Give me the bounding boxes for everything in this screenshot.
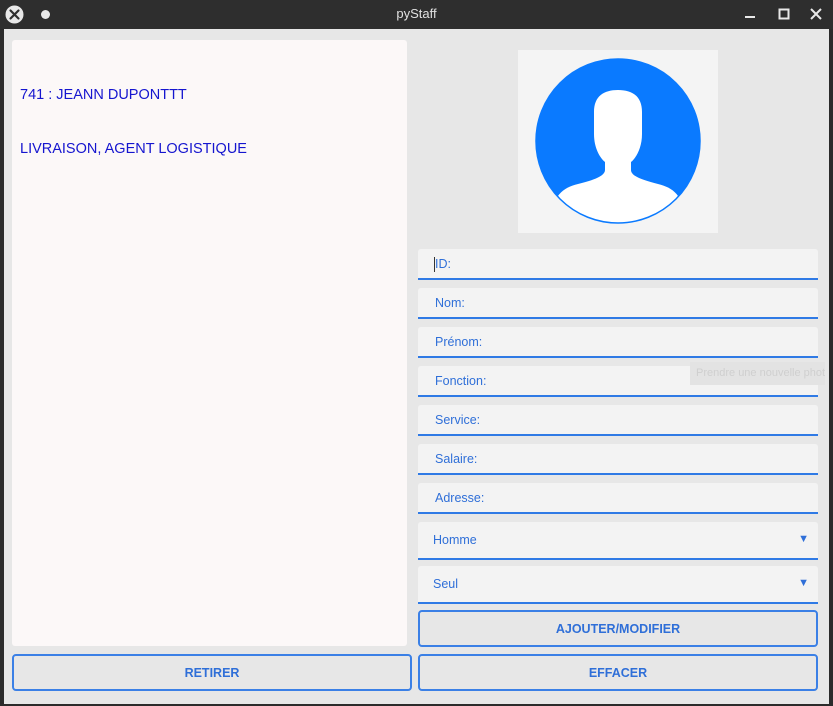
adresse-field[interactable] bbox=[418, 483, 818, 514]
maximize-icon[interactable] bbox=[776, 6, 792, 22]
nom-field[interactable] bbox=[418, 288, 818, 319]
id-field[interactable] bbox=[418, 249, 818, 280]
status-select-value: Seul bbox=[433, 577, 459, 591]
adresse-input[interactable] bbox=[418, 483, 818, 512]
photo-tooltip: Prendre une nouvelle photo bbox=[690, 362, 825, 385]
text-cursor bbox=[434, 257, 435, 272]
status-select[interactable]: Seul ▼ bbox=[418, 566, 818, 604]
dropdown-arrow-icon[interactable]: ▼ bbox=[798, 533, 809, 545]
window-title: pyStaff bbox=[396, 6, 437, 21]
photo-button[interactable] bbox=[518, 50, 718, 233]
gender-select-value: Homme bbox=[433, 533, 477, 547]
clear-button[interactable]: EFFACER bbox=[418, 654, 818, 691]
remove-button[interactable]: RETIRER bbox=[12, 654, 412, 691]
staff-list[interactable]: 741 : JEANN DUPONTTT LIVRAISON, AGENT LO… bbox=[12, 40, 407, 646]
prenom-field[interactable] bbox=[418, 327, 818, 358]
salaire-field[interactable] bbox=[418, 444, 818, 475]
prenom-input[interactable] bbox=[418, 327, 818, 356]
dropdown-arrow-icon[interactable]: ▼ bbox=[798, 577, 809, 589]
salaire-input[interactable] bbox=[418, 444, 818, 473]
service-input[interactable] bbox=[418, 405, 818, 434]
add-modify-button[interactable]: AJOUTER/MODIFIER bbox=[418, 610, 818, 647]
list-item-subtitle: LIVRAISON, AGENT LOGISTIQUE bbox=[20, 141, 247, 157]
list-item[interactable]: 741 : JEANN DUPONTTT LIVRAISON, AGENT LO… bbox=[20, 50, 247, 194]
title-bar: pyStaff bbox=[0, 0, 833, 29]
minimize-icon[interactable] bbox=[742, 6, 758, 22]
nom-input[interactable] bbox=[418, 288, 818, 317]
id-input[interactable] bbox=[418, 249, 818, 278]
avatar-icon bbox=[535, 58, 701, 224]
main-window: 741 : JEANN DUPONTTT LIVRAISON, AGENT LO… bbox=[4, 29, 829, 704]
gender-select[interactable]: Homme ▼ bbox=[418, 522, 818, 560]
close-window-icon[interactable] bbox=[808, 6, 824, 22]
service-field[interactable] bbox=[418, 405, 818, 436]
list-item-title: 741 : JEANN DUPONTTT bbox=[20, 87, 187, 103]
